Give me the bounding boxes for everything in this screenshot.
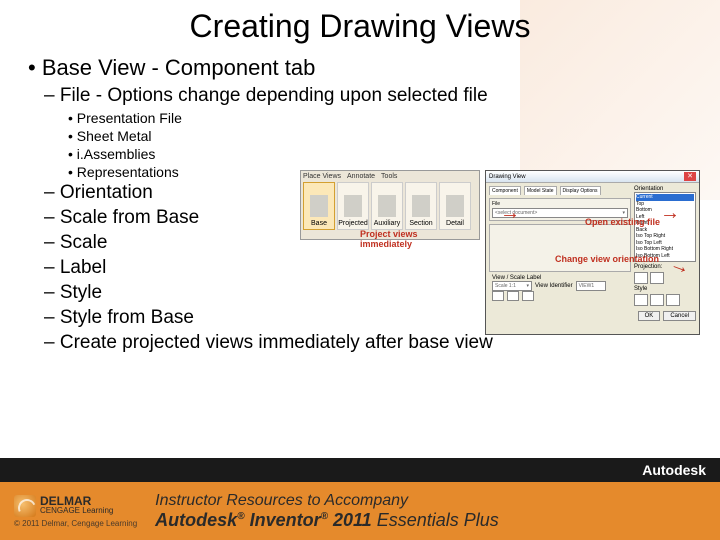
ribbon-button-projected[interactable]: Projected xyxy=(337,182,369,230)
auxiliary-view-icon xyxy=(378,195,396,217)
tab-display-options[interactable]: Display Options xyxy=(560,186,601,195)
slide-title: Creating Drawing Views xyxy=(20,8,700,45)
dialog-titlebar: Drawing View ✕ xyxy=(486,171,699,183)
projection-option[interactable] xyxy=(650,272,664,284)
chevron-down-icon: ▾ xyxy=(526,283,529,289)
delmar-logo-text: DELMARCENGAGE Learning xyxy=(40,496,113,515)
close-icon[interactable]: ✕ xyxy=(684,172,696,181)
bullet-lvl1: Base View - Component tab xyxy=(28,55,700,81)
tab-model-state[interactable]: Model State xyxy=(524,186,557,195)
arrow-icon: → xyxy=(660,202,680,225)
dialog-title-text: Drawing View xyxy=(489,174,526,180)
ribbon-button-section[interactable]: Section xyxy=(405,182,437,230)
style-option[interactable] xyxy=(634,294,648,306)
bullet-lvl3: Sheet Metal xyxy=(68,128,700,144)
style-option[interactable] xyxy=(650,294,664,306)
toggle-icon[interactable] xyxy=(522,291,534,301)
footer-brand-bar: Autodesk xyxy=(0,458,720,482)
style-label: Style xyxy=(634,286,696,292)
tab-component[interactable]: Component xyxy=(489,186,521,195)
annotation-project-views: Project views immediately xyxy=(360,230,440,250)
ok-button[interactable]: OK xyxy=(638,311,661,321)
bullet-lvl3: i.Assemblies xyxy=(68,146,700,162)
footer: Autodesk DELMARCENGAGE Learning © 2011 D… xyxy=(0,458,720,540)
autodesk-logo-text: Autodesk xyxy=(642,462,706,478)
style-option[interactable] xyxy=(666,294,680,306)
ribbon-tab[interactable]: Tools xyxy=(381,173,397,180)
book-title: Instructor Resources to Accompany Autode… xyxy=(155,492,499,531)
section-view-icon xyxy=(412,195,430,217)
ribbon-button-base[interactable]: Base xyxy=(303,182,335,230)
embedded-screenshot: Place Views Annotate Tools Base Projecte… xyxy=(300,170,700,340)
publisher-block: DELMARCENGAGE Learning © 2011 Delmar, Ce… xyxy=(14,495,137,528)
view-id-input[interactable]: VIEW1 xyxy=(576,281,606,291)
footer-title-bar: DELMARCENGAGE Learning © 2011 Delmar, Ce… xyxy=(0,482,720,540)
bullet-lvl2-file: File - Options change depending upon sel… xyxy=(44,85,700,107)
ribbon-tab[interactable]: Annotate xyxy=(347,173,375,180)
toggle-icon[interactable] xyxy=(507,291,519,301)
chevron-down-icon: ▾ xyxy=(622,210,625,216)
ribbon-button-detail[interactable]: Detail xyxy=(439,182,471,230)
detail-view-icon xyxy=(446,195,464,217)
ribbon-button-auxiliary[interactable]: Auxiliary xyxy=(371,182,403,230)
view-id-label: View Identifier xyxy=(535,283,573,289)
delmar-logo-icon xyxy=(14,495,36,517)
base-view-icon xyxy=(310,195,328,217)
annotation-orientation: Change view orientation xyxy=(555,255,675,265)
projected-view-icon xyxy=(344,195,362,217)
scale-select[interactable]: Scale 1:1▾ xyxy=(492,281,532,291)
bullet-lvl3: Presentation File xyxy=(68,110,700,126)
arrow-icon: → xyxy=(500,202,520,225)
cancel-button[interactable]: Cancel xyxy=(663,311,696,321)
ribbon-tab[interactable]: Place Views xyxy=(303,173,341,180)
projection-option[interactable] xyxy=(634,272,648,284)
copyright-text: © 2011 Delmar, Cengage Learning xyxy=(14,519,137,528)
toggle-icon[interactable] xyxy=(492,291,504,301)
drawing-view-dialog: Drawing View ✕ Component Model State Dis… xyxy=(485,170,700,335)
